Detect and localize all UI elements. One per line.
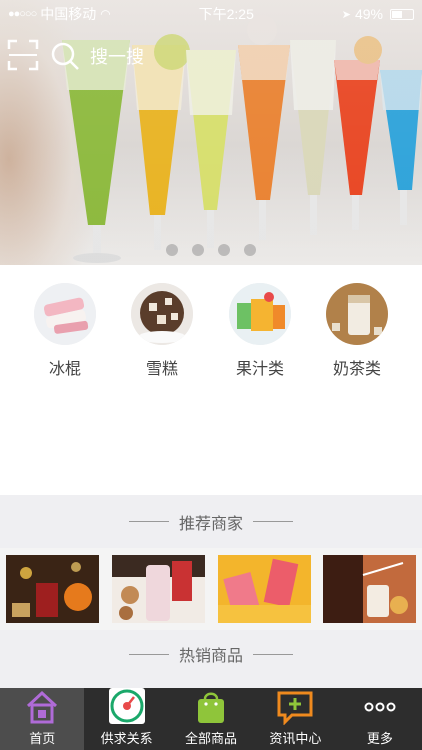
merchant-image <box>112 555 205 623</box>
tab-more[interactable]: 更多 <box>338 688 422 750</box>
carousel-dot[interactable] <box>166 244 178 256</box>
category-item-milk-tea[interactable]: 奶茶类 <box>317 283 397 379</box>
supply-demand-icon <box>108 687 146 725</box>
category-label: 奶茶类 <box>332 361 381 378</box>
merchant-card[interactable] <box>112 555 205 623</box>
scan-button[interactable] <box>6 38 40 72</box>
category-label: 雪糕 <box>145 361 178 378</box>
tab-label: 全部商品 <box>185 731 238 746</box>
merchant-image <box>323 555 416 623</box>
ice-cream-image <box>131 283 193 345</box>
category-item-popsicle[interactable]: 冰棍 <box>25 283 105 379</box>
category-grid: 冰棍 雪糕 果汁类 奶茶类 <box>0 265 422 495</box>
merchant-list <box>0 548 422 630</box>
carrier-label: 中国移动 <box>40 6 97 22</box>
merchant-card[interactable] <box>323 555 416 623</box>
wifi-icon: ◠ <box>100 7 111 21</box>
more-dots-icon <box>361 688 399 725</box>
scan-icon <box>7 39 39 71</box>
divider <box>128 653 169 655</box>
tab-news-center[interactable]: 资讯中心 <box>253 688 337 750</box>
search-bar[interactable]: 搜一搜 <box>50 36 200 76</box>
divider <box>253 521 293 522</box>
category-label: 冰棍 <box>48 361 81 378</box>
milk-tea-image <box>326 283 388 345</box>
juice-image <box>229 283 291 345</box>
tab-label: 更多 <box>366 731 393 746</box>
section-header-hot-products: 热销商品 <box>0 630 422 678</box>
divider <box>253 653 293 655</box>
category-item-ice-cream[interactable]: 雪糕 <box>122 283 202 379</box>
news-chat-icon <box>276 688 314 725</box>
hot-products-list <box>0 678 422 688</box>
tab-all-products[interactable]: 全部商品 <box>169 688 253 750</box>
category-item-juice[interactable]: 果汁类 <box>220 283 300 379</box>
carousel-dot[interactable] <box>218 244 230 256</box>
popsicle-image <box>34 283 96 345</box>
section-header-merchants: 推荐商家 <box>0 495 422 548</box>
signal-strength-icon: ●●○○○ <box>8 8 37 20</box>
carousel-indicators <box>0 244 422 256</box>
divider <box>128 521 169 522</box>
merchant-image <box>6 555 99 623</box>
bottom-tab-bar: 首页 供求关系 全部商品 资讯中心 更多 <box>0 688 422 750</box>
category-label: 果汁类 <box>235 361 284 378</box>
tab-label: 资讯中心 <box>269 731 322 746</box>
shopping-bag-icon <box>192 688 230 725</box>
section-title: 热销商品 <box>178 648 243 665</box>
battery-icon <box>390 8 414 20</box>
status-bar: ●●○○○ 中国移动 ◠ 下午2:25 ➤ 49% <box>0 0 422 28</box>
section-title: 推荐商家 <box>178 515 243 533</box>
carousel-dot[interactable] <box>244 244 256 256</box>
search-icon <box>51 42 79 70</box>
battery-percent: 49% <box>354 6 383 22</box>
tab-label: 供求关系 <box>100 731 153 746</box>
merchant-image <box>218 555 311 623</box>
home-icon <box>23 688 61 725</box>
merchant-card[interactable] <box>6 555 99 623</box>
search-placeholder[interactable]: 搜一搜 <box>90 43 144 69</box>
carousel-dot[interactable] <box>192 244 204 256</box>
tab-supply-demand[interactable]: 供求关系 <box>84 688 168 750</box>
tab-home[interactable]: 首页 <box>0 688 85 750</box>
location-icon: ➤ <box>341 8 351 21</box>
merchant-card[interactable] <box>218 555 311 623</box>
tab-label: 首页 <box>29 731 56 746</box>
status-time: 下午2:25 <box>198 6 254 22</box>
